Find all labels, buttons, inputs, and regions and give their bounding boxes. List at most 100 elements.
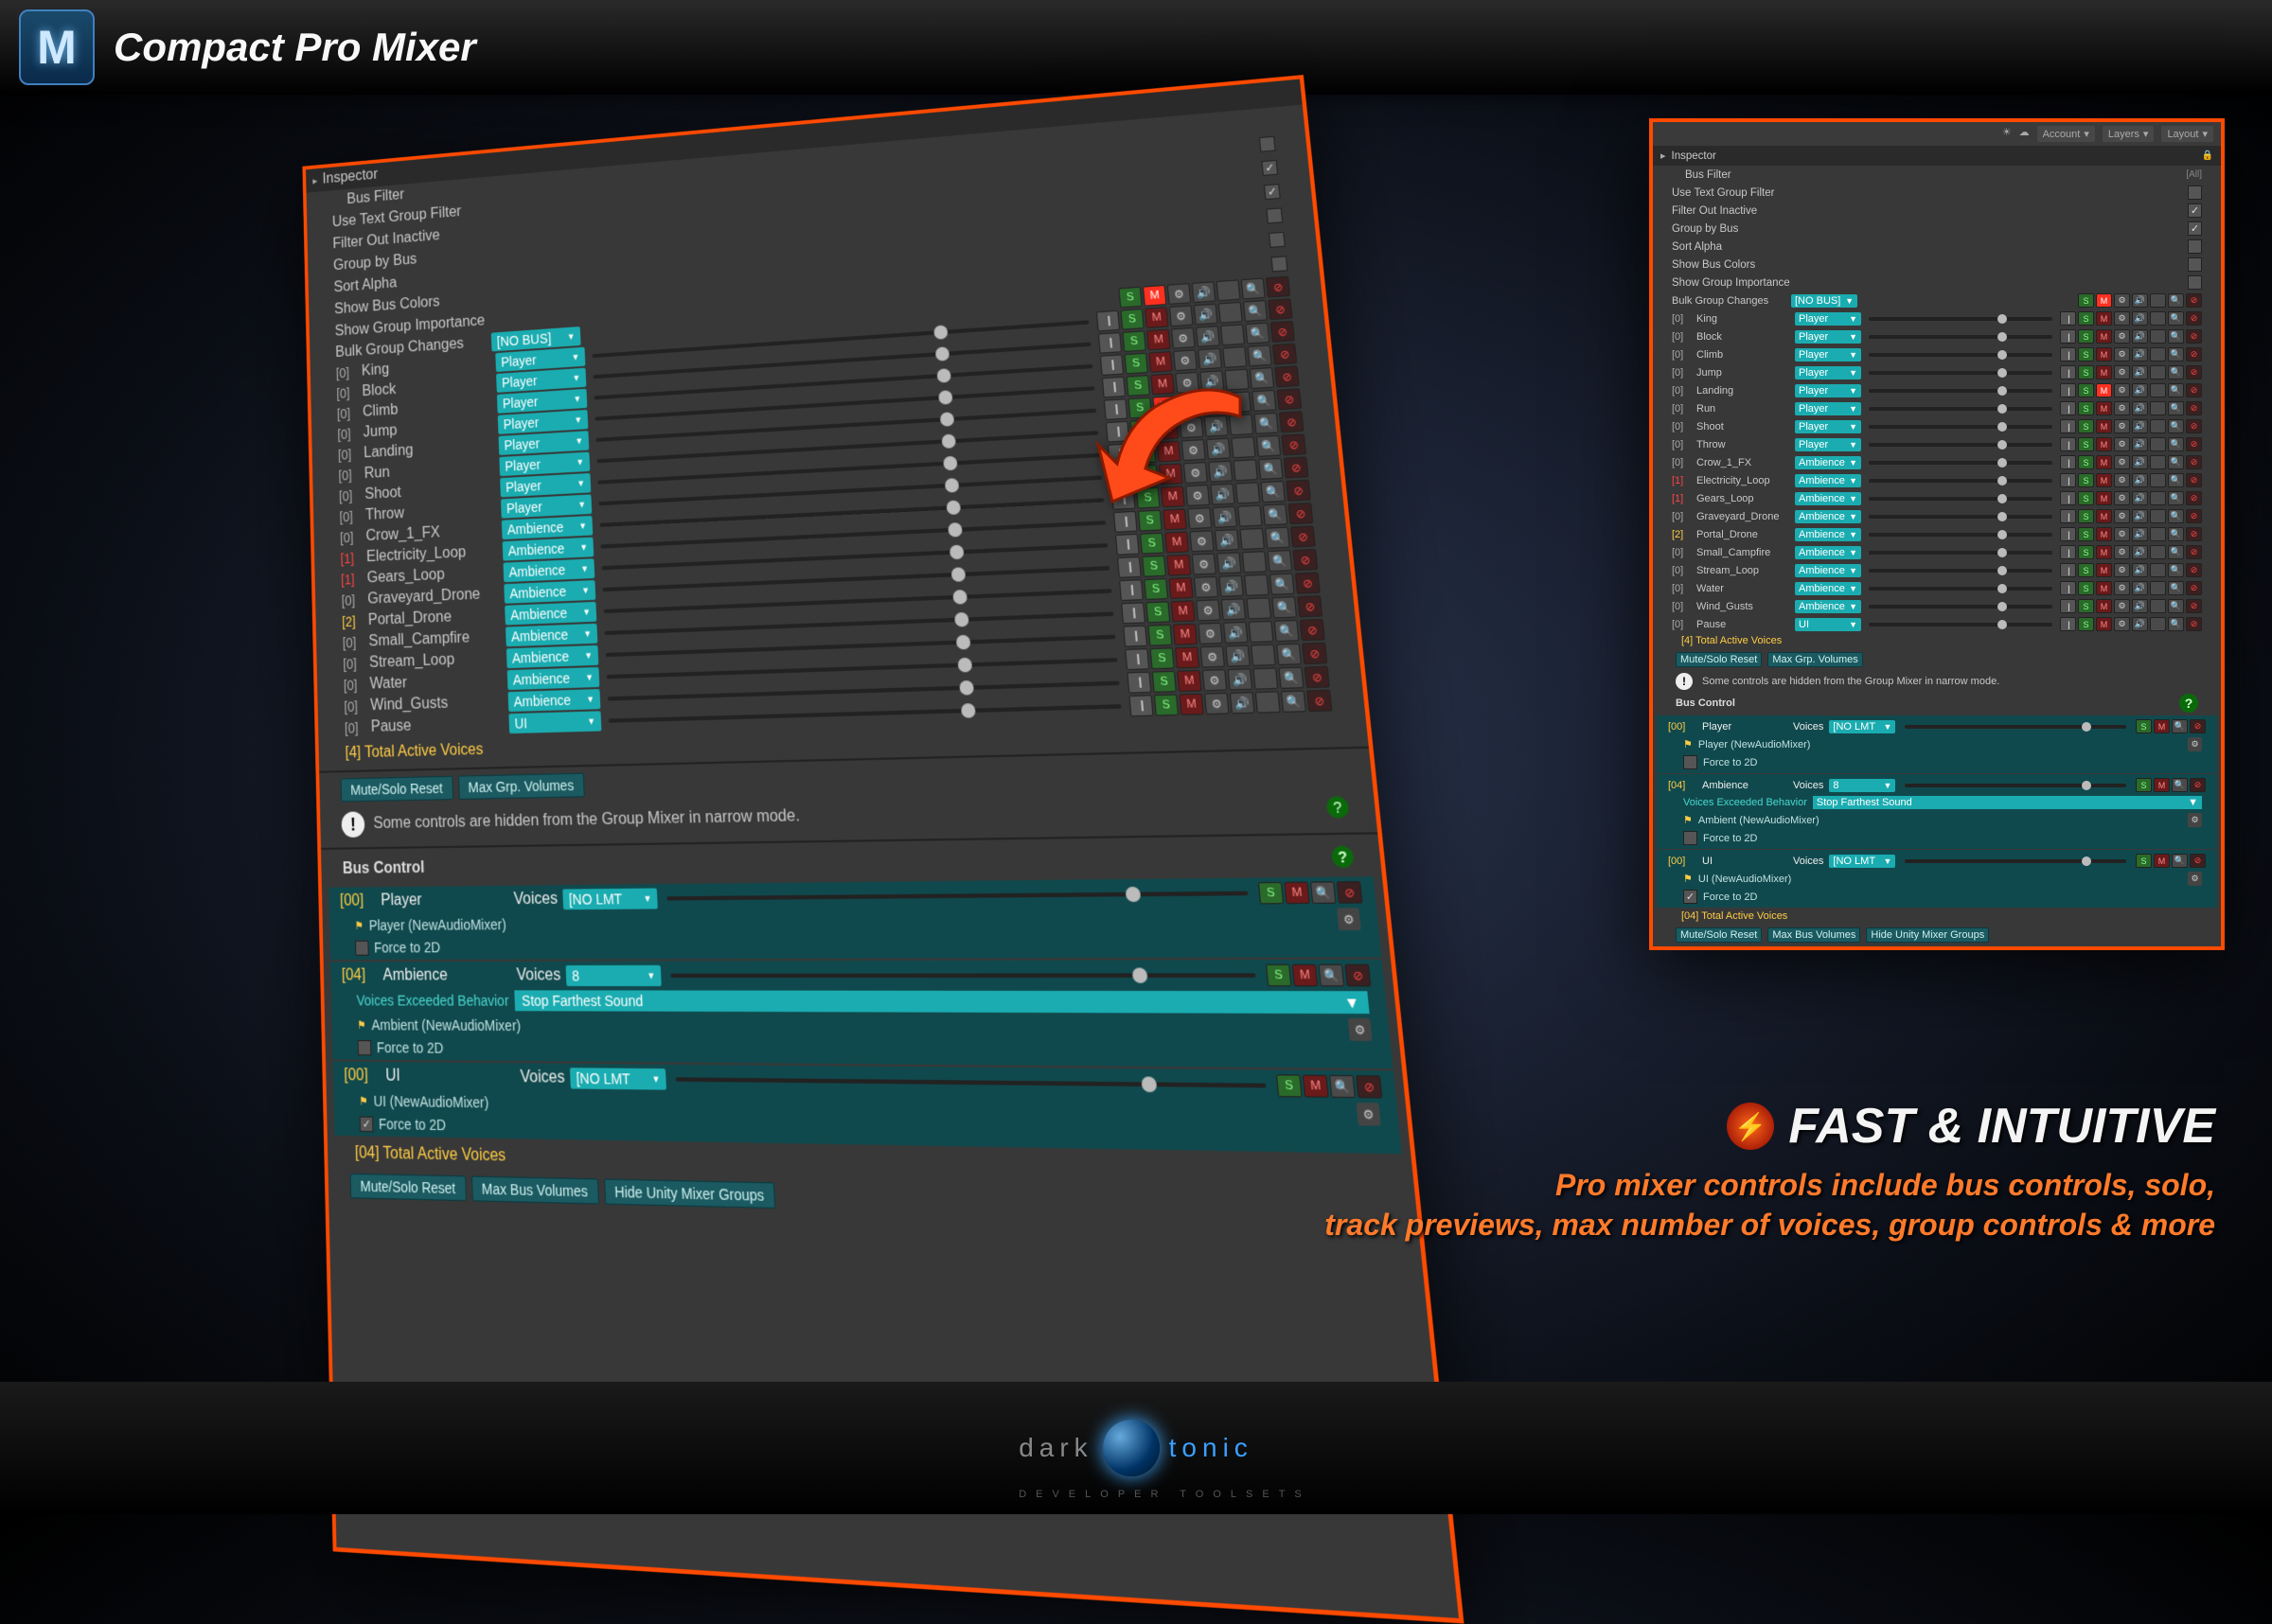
mute-button[interactable]: M (1157, 441, 1181, 463)
mute-button[interactable]: M (1177, 670, 1201, 692)
max-bus-volumes-button[interactable]: Max Bus Volumes (471, 1175, 599, 1204)
help-icon[interactable]: ? (1325, 796, 1349, 819)
force-2d-checkbox[interactable] (1683, 831, 1697, 845)
settings-icon[interactable]: ⚙ (2114, 455, 2130, 469)
help-icon[interactable]: ? (1331, 846, 1356, 869)
bus-solo-button[interactable]: S (1258, 882, 1284, 905)
delete-icon[interactable]: ⊘ (1290, 525, 1316, 547)
search-icon[interactable]: 🔍 (2168, 473, 2184, 487)
mixer-settings-icon[interactable]: ⚙ (2188, 737, 2202, 751)
settings-icon[interactable]: ⚙ (2114, 473, 2130, 487)
solo-button[interactable]: S (1136, 487, 1161, 509)
blank-button[interactable] (2150, 599, 2166, 613)
bulk-volume-icon[interactable]: 🔊 (1192, 281, 1216, 303)
bulk-search-icon[interactable]: 🔍 (1241, 278, 1266, 300)
volume-slider[interactable] (1869, 623, 2052, 627)
bus-dropdown[interactable]: Ambience▼ (1795, 528, 1861, 541)
search-icon[interactable]: 🔍 (1260, 481, 1286, 503)
pause-icon[interactable]: || (1108, 443, 1132, 465)
volume-icon[interactable]: 🔊 (1221, 598, 1247, 620)
settings-icon[interactable]: ⚙ (2114, 599, 2130, 613)
settings-icon[interactable]: ⚙ (1183, 462, 1208, 484)
pause-icon[interactable]: || (2060, 401, 2076, 415)
delete-icon[interactable]: ⊘ (2186, 509, 2202, 523)
sun-icon[interactable]: ☀ (2002, 126, 2012, 142)
blank-button[interactable] (1220, 324, 1245, 345)
bus-dropdown[interactable]: Ambience▼ (504, 580, 595, 604)
force-2d-checkbox[interactable]: ✓ (1683, 890, 1697, 904)
delete-icon[interactable]: ⊘ (2186, 455, 2202, 469)
solo-button[interactable]: S (2078, 545, 2094, 559)
pause-icon[interactable]: || (1128, 695, 1153, 716)
volume-icon[interactable]: 🔊 (1199, 370, 1224, 392)
search-icon[interactable]: 🔍 (2168, 311, 2184, 326)
solo-button[interactable]: S (2078, 365, 2094, 380)
search-icon[interactable]: 🔍 (2168, 347, 2184, 362)
delete-icon[interactable]: ⊘ (1286, 480, 1311, 502)
settings-icon[interactable]: ⚙ (2114, 527, 2130, 541)
bus-mute-button[interactable]: M (2154, 854, 2170, 868)
bus-dropdown[interactable]: Player▼ (1795, 420, 1861, 433)
search-icon[interactable]: 🔍 (1250, 367, 1274, 389)
delete-icon[interactable]: ⊘ (1268, 298, 1292, 320)
settings-icon[interactable]: ⚙ (1194, 576, 1218, 598)
pause-icon[interactable]: || (1106, 421, 1129, 443)
delete-icon[interactable]: ⊘ (2186, 347, 2202, 362)
delete-icon[interactable]: ⊘ (2186, 563, 2202, 577)
checkbox[interactable] (1269, 231, 1286, 247)
mute-button[interactable]: M (1163, 508, 1187, 530)
solo-button[interactable]: S (1126, 375, 1150, 397)
solo-button[interactable]: S (1134, 465, 1159, 486)
delete-icon[interactable]: ⊘ (1270, 321, 1295, 343)
delete-icon[interactable]: ⊘ (1279, 411, 1305, 432)
volume-icon[interactable]: 🔊 (2132, 473, 2148, 487)
volume-slider[interactable] (1869, 407, 2052, 411)
mute-button[interactable]: M (2096, 455, 2112, 469)
mute-button[interactable]: M (2096, 437, 2112, 451)
delete-icon[interactable]: ⊘ (2186, 383, 2202, 397)
search-icon[interactable]: 🔍 (2168, 581, 2184, 595)
solo-button[interactable]: S (1128, 397, 1153, 419)
delete-icon[interactable]: ⊘ (2186, 311, 2202, 326)
settings-icon[interactable]: ⚙ (2114, 401, 2130, 415)
search-icon[interactable]: 🔍 (2168, 401, 2184, 415)
bus-solo-button[interactable]: S (1266, 964, 1292, 987)
mute-button[interactable]: M (2096, 491, 2112, 505)
delete-icon[interactable]: ⊘ (1274, 365, 1300, 387)
pause-icon[interactable]: || (2060, 365, 2076, 380)
volume-icon[interactable]: 🔊 (1194, 304, 1218, 326)
blank-button[interactable] (2150, 455, 2166, 469)
pause-icon[interactable]: || (2060, 419, 2076, 433)
search-icon[interactable]: 🔍 (2168, 329, 2184, 344)
blank-button[interactable] (1244, 574, 1269, 596)
settings-icon[interactable]: ⚙ (1196, 599, 1220, 621)
checkbox[interactable]: ✓ (1264, 184, 1281, 200)
voices-dropdown[interactable]: [NO LMT▼ (1829, 720, 1895, 733)
settings-icon[interactable]: ⚙ (1187, 507, 1212, 529)
mute-button[interactable]: M (2096, 599, 2112, 613)
search-icon[interactable]: 🔍 (2168, 599, 2184, 613)
delete-icon[interactable]: ⊘ (2186, 491, 2202, 505)
checkbox[interactable]: ✓ (2188, 203, 2202, 218)
settings-icon[interactable]: ⚙ (2114, 563, 2130, 577)
blank-button[interactable] (1239, 528, 1265, 550)
bus-volume-slider[interactable] (1905, 725, 2126, 729)
bus-dropdown[interactable]: Ambience▼ (1795, 582, 1861, 595)
search-icon[interactable]: 🔍 (1251, 390, 1276, 412)
layers-dropdown[interactable]: Layers▾ (2103, 126, 2155, 142)
bulk-mute-button[interactable]: M (1143, 285, 1166, 307)
solo-button[interactable]: S (2078, 599, 2094, 613)
force-2d-checkbox[interactable] (355, 940, 369, 955)
solo-button[interactable]: S (1147, 625, 1172, 646)
pause-icon[interactable]: || (2060, 545, 2076, 559)
settings-icon[interactable]: ⚙ (2114, 509, 2130, 523)
settings-icon[interactable]: ⚙ (1175, 372, 1199, 394)
bus-delete-icon[interactable]: ⊘ (2190, 854, 2206, 868)
solo-button[interactable]: S (2078, 473, 2094, 487)
volume-slider[interactable] (1869, 335, 2052, 339)
volume-icon[interactable]: 🔊 (2132, 311, 2148, 326)
volume-icon[interactable]: 🔊 (1223, 622, 1249, 644)
volume-slider[interactable] (1869, 389, 2052, 393)
solo-button[interactable]: S (1140, 533, 1164, 555)
settings-icon[interactable]: ⚙ (1199, 645, 1225, 667)
